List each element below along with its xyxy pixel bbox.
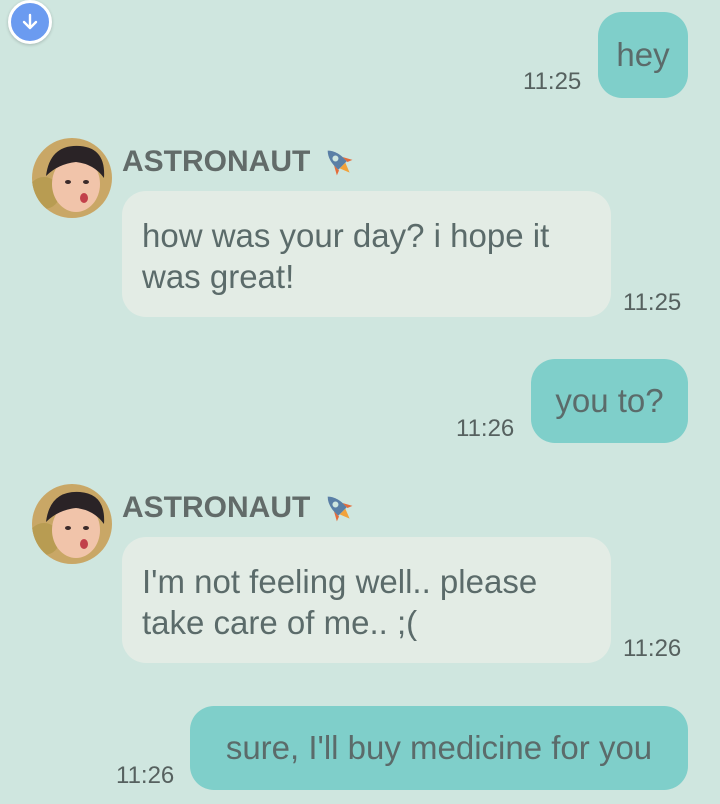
message-text: hey xyxy=(616,36,670,73)
message-text: I'm not feeling well.. please take care … xyxy=(142,563,538,641)
rocket-icon xyxy=(328,496,353,522)
message-text: you to? xyxy=(555,382,664,419)
message-time: 11:26 xyxy=(456,415,515,442)
message-bubble[interactable]: sure, I'll buy medicine for you xyxy=(190,706,688,790)
message-time: 11:26 xyxy=(116,762,175,789)
message-time: 11:25 xyxy=(623,289,682,316)
message-bubble[interactable]: how was your day? i hope it was great! xyxy=(122,191,611,317)
message-bubble[interactable]: I'm not feeling well.. please take care … xyxy=(122,537,611,663)
message-bubble[interactable]: hey xyxy=(598,12,688,98)
message-text: sure, I'll buy medicine for you xyxy=(225,729,653,766)
message-bubble[interactable]: you to? xyxy=(531,359,688,443)
rocket-icon xyxy=(328,150,353,176)
sender-name: ASTRONAUT xyxy=(122,143,358,181)
avatar[interactable] xyxy=(32,138,112,218)
arrow-down-icon xyxy=(22,13,38,30)
sender-name: ASTRONAUT xyxy=(122,489,358,527)
message-time: 11:25 xyxy=(523,68,582,95)
scroll-to-bottom-button[interactable] xyxy=(8,0,52,44)
avatar[interactable] xyxy=(32,484,112,564)
message-time: 11:26 xyxy=(623,635,682,662)
message-text: how was your day? i hope it was great! xyxy=(142,217,550,295)
